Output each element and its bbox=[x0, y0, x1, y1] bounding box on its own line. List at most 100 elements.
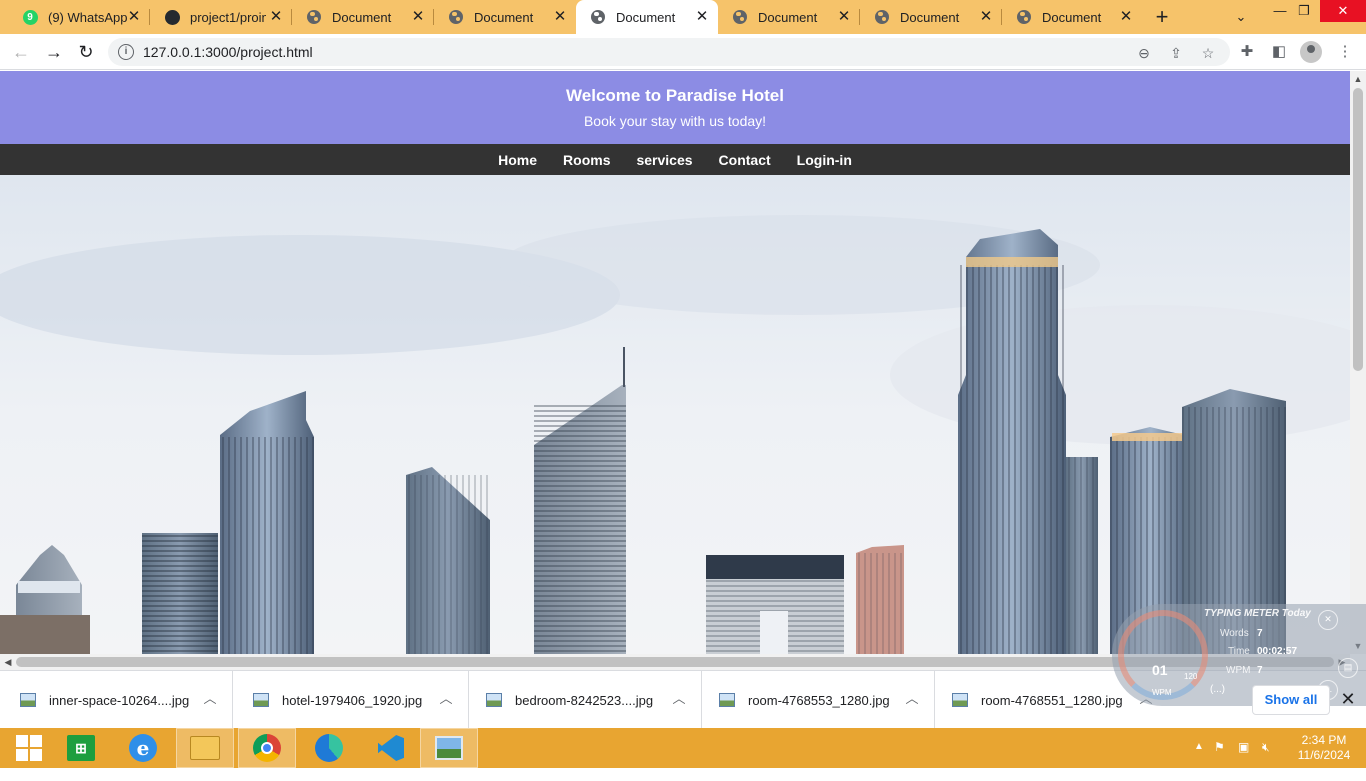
window-close-button[interactable]: ✕ bbox=[1320, 0, 1366, 22]
tab-title: project1/proim bbox=[190, 9, 266, 25]
words-value: 7 bbox=[1257, 628, 1263, 639]
taskbar-store[interactable]: ⊞ bbox=[52, 728, 110, 768]
github-icon bbox=[164, 9, 180, 25]
site-info-icon[interactable]: i bbox=[118, 44, 134, 60]
close-icon[interactable]: ✕ bbox=[268, 9, 284, 25]
download-item[interactable]: bedroom-8242523....jpg ︿ bbox=[469, 671, 702, 729]
globe-icon bbox=[306, 9, 322, 25]
vscode-icon bbox=[378, 735, 404, 761]
globe-icon bbox=[874, 9, 890, 25]
taskbar-photos[interactable] bbox=[420, 728, 478, 768]
zoom-icon[interactable]: ⊖ bbox=[1134, 43, 1154, 63]
extensions-icon[interactable]: ✚ bbox=[1236, 41, 1258, 63]
download-shelf-close-icon[interactable]: ✕ bbox=[1338, 689, 1358, 709]
time-label: Time bbox=[1228, 646, 1250, 657]
clock-time: 2:34 PM bbox=[1301, 733, 1347, 747]
close-icon[interactable]: ✕ bbox=[978, 9, 994, 25]
vertical-scrollbar[interactable]: ▲ ▼ bbox=[1350, 71, 1366, 654]
browser-toolbar: ← → ↻ i 127.0.0.1:3000/project.html ⊖ ⇪ … bbox=[0, 34, 1366, 70]
bookmark-star-icon[interactable]: ☆ bbox=[1198, 43, 1218, 63]
nav-services[interactable]: services bbox=[636, 152, 692, 168]
close-icon[interactable]: ✕ bbox=[126, 9, 142, 25]
meter-search-text: (...) bbox=[1210, 684, 1225, 695]
restore-button[interactable]: ❐ bbox=[1290, 0, 1318, 22]
close-icon[interactable]: ✕ bbox=[410, 9, 426, 25]
nav-rooms[interactable]: Rooms bbox=[563, 152, 610, 168]
globe-icon bbox=[1016, 9, 1032, 25]
download-item[interactable]: room-4768553_1280.jpg ︿ bbox=[702, 671, 935, 729]
meter-close-icon[interactable]: ✕ bbox=[1318, 610, 1338, 630]
tab-document[interactable]: Document ✕ bbox=[292, 0, 434, 34]
download-filename[interactable]: bedroom-8242523....jpg bbox=[515, 693, 653, 708]
download-filename[interactable]: inner-space-10264....jpg bbox=[49, 693, 189, 708]
internet-explorer-icon: e bbox=[129, 734, 157, 762]
tab-document[interactable]: Document ✕ bbox=[434, 0, 576, 34]
clock-date: 11/6/2024 bbox=[1297, 748, 1351, 762]
tab-document-active[interactable]: Document ✕ bbox=[576, 0, 718, 34]
url-text[interactable]: 127.0.0.1:3000/project.html bbox=[143, 44, 313, 60]
tray-overflow-icon[interactable]: ▲ bbox=[1194, 741, 1204, 781]
tab-whatsapp[interactable]: 9 (9) WhatsApp ✕ bbox=[8, 0, 150, 34]
address-bar[interactable]: i 127.0.0.1:3000/project.html ⊖ ⇪ ☆ bbox=[108, 38, 1230, 66]
wpm-label: WPM bbox=[1226, 665, 1251, 676]
folder-icon bbox=[190, 736, 220, 760]
start-button[interactable] bbox=[0, 728, 58, 768]
close-icon[interactable]: ✕ bbox=[836, 9, 852, 25]
site-subtitle: Book your stay with us today! bbox=[583, 113, 767, 129]
download-item[interactable]: inner-space-10264....jpg ︿ bbox=[0, 671, 233, 729]
globe-icon bbox=[732, 9, 748, 25]
photos-icon bbox=[435, 736, 463, 760]
taskbar-edge[interactable] bbox=[300, 728, 358, 768]
taskbar-file-explorer[interactable] bbox=[176, 728, 234, 768]
action-center-icon[interactable]: ⚑ bbox=[1214, 740, 1225, 780]
reload-icon[interactable]: ↻ bbox=[74, 40, 98, 64]
chevron-up-icon[interactable]: ︿ bbox=[671, 690, 687, 708]
meter-stats-icon[interactable]: ▤ bbox=[1338, 658, 1358, 678]
whatsapp-icon: 9 bbox=[22, 9, 38, 25]
close-icon[interactable]: ✕ bbox=[694, 9, 710, 25]
image-file-icon bbox=[486, 693, 502, 707]
browser-tab-strip: 9 (9) WhatsApp ✕ project1/proim ✕ Docume… bbox=[0, 0, 1366, 34]
globe-icon bbox=[590, 9, 606, 25]
meter-title: TYPING METER Today bbox=[1204, 608, 1311, 619]
close-icon[interactable]: ✕ bbox=[552, 9, 568, 25]
back-arrow-icon[interactable]: ← bbox=[9, 40, 33, 64]
tab-document[interactable]: Document ✕ bbox=[860, 0, 1002, 34]
share-icon[interactable]: ⇪ bbox=[1166, 43, 1186, 63]
side-panel-icon[interactable]: ◧ bbox=[1268, 41, 1290, 63]
chrome-icon bbox=[253, 734, 281, 762]
forward-arrow-icon[interactable]: → bbox=[42, 40, 66, 64]
nav-contact[interactable]: Contact bbox=[719, 152, 771, 168]
download-filename[interactable]: room-4768551_1280.jpg bbox=[981, 693, 1123, 708]
vertical-scroll-thumb[interactable] bbox=[1353, 88, 1363, 371]
nav-login[interactable]: Login-in bbox=[797, 152, 852, 168]
tab-github[interactable]: project1/proim ✕ bbox=[150, 0, 292, 34]
profile-avatar[interactable] bbox=[1300, 41, 1322, 63]
tab-search-chevron-icon[interactable]: ⌄ bbox=[1230, 6, 1252, 28]
scroll-up-arrow-icon[interactable]: ▲ bbox=[1350, 71, 1366, 87]
scroll-left-arrow-icon[interactable]: ◀ bbox=[0, 654, 16, 670]
close-icon[interactable]: ✕ bbox=[1118, 9, 1134, 25]
taskbar-vscode[interactable] bbox=[362, 728, 420, 768]
chevron-up-icon[interactable]: ︿ bbox=[438, 690, 454, 708]
system-clock[interactable]: 2:34 PM 11/6/2024 bbox=[1292, 733, 1356, 763]
taskbar-chrome[interactable] bbox=[238, 728, 296, 768]
site-title: Welcome to Paradise Hotel bbox=[566, 86, 784, 105]
show-all-downloads-button[interactable]: Show all bbox=[1252, 685, 1330, 715]
download-item[interactable]: hotel-1979406_1920.jpg ︿ bbox=[236, 671, 469, 729]
nav-home[interactable]: Home bbox=[498, 152, 537, 168]
site-nav: Home Rooms services Contact Login-in bbox=[0, 144, 1350, 175]
network-icon[interactable]: ▣ bbox=[1238, 740, 1249, 780]
chevron-up-icon[interactable]: ︿ bbox=[202, 690, 218, 708]
taskbar-internet-explorer[interactable]: e bbox=[114, 728, 172, 768]
download-filename[interactable]: room-4768553_1280.jpg bbox=[748, 693, 890, 708]
volume-muted-icon[interactable]: 🔇︎ bbox=[1262, 740, 1270, 780]
tab-document[interactable]: Document ✕ bbox=[1002, 0, 1142, 34]
new-tab-button[interactable]: + bbox=[1150, 5, 1174, 29]
menu-kebab-icon[interactable]: ⋮ bbox=[1334, 41, 1356, 63]
tab-document[interactable]: Document ✕ bbox=[718, 0, 860, 34]
city-skyline-hero-image bbox=[0, 175, 1350, 654]
download-filename[interactable]: hotel-1979406_1920.jpg bbox=[282, 693, 422, 708]
image-file-icon bbox=[719, 693, 735, 707]
chevron-up-icon[interactable]: ︿ bbox=[904, 690, 920, 708]
